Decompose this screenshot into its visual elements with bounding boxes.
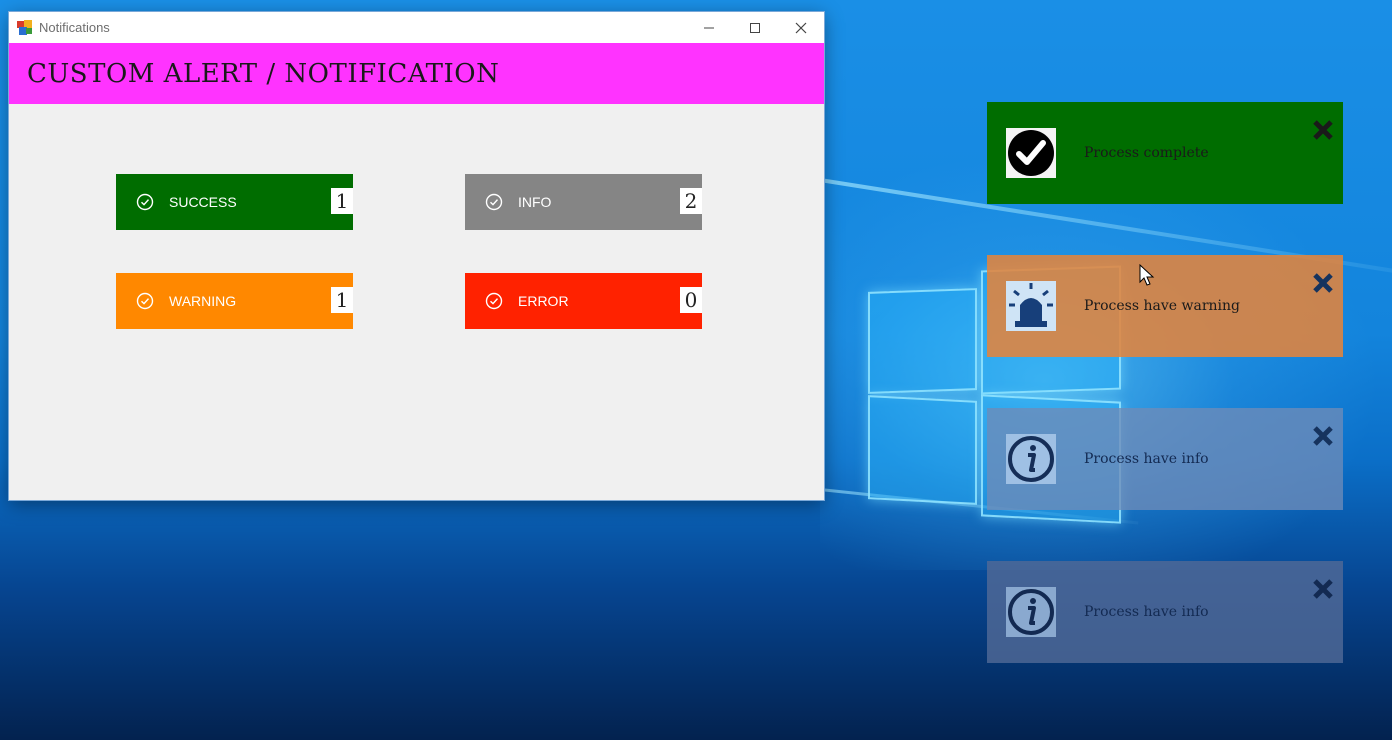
- close-icon: [1313, 273, 1333, 293]
- close-icon: [795, 22, 807, 33]
- warning-label: WARNING: [169, 293, 237, 309]
- window-title: Notifications: [39, 20, 110, 35]
- maximize-icon: [750, 22, 760, 33]
- close-icon: [1313, 120, 1333, 140]
- toast-close-button[interactable]: [1309, 116, 1337, 144]
- windows-logo-pane: [868, 395, 977, 505]
- success-label: SUCCESS: [169, 194, 237, 210]
- check-circle-icon: [136, 292, 154, 310]
- info-count: 2: [680, 188, 702, 214]
- check-circle-icon: [136, 193, 154, 211]
- toast-success[interactable]: Process complete: [987, 102, 1343, 204]
- info-label: INFO: [518, 194, 552, 210]
- checkmark-icon: [1005, 127, 1057, 179]
- success-button[interactable]: SUCCESS 1: [116, 174, 353, 230]
- close-icon: [1313, 426, 1333, 446]
- maximize-button[interactable]: [732, 12, 778, 43]
- info-button[interactable]: INFO 2: [465, 174, 702, 230]
- toast-message: Process have warning: [1084, 298, 1240, 314]
- notifications-window: Notifications CUSTOM ALERT / NOTIFICATIO…: [9, 12, 824, 500]
- toast-message: Process have info: [1084, 604, 1209, 620]
- check-circle-icon: [485, 292, 503, 310]
- error-count: 0: [680, 287, 702, 313]
- minimize-icon: [704, 27, 714, 28]
- toast-info[interactable]: Process have info: [987, 408, 1343, 510]
- minimize-button[interactable]: [686, 12, 732, 43]
- error-label: ERROR: [518, 293, 569, 309]
- info-icon: [1005, 433, 1057, 485]
- siren-icon: [1005, 280, 1057, 332]
- page-title: CUSTOM ALERT / NOTIFICATION: [27, 58, 500, 89]
- toast-warning[interactable]: Process have warning: [987, 255, 1343, 357]
- error-button[interactable]: ERROR 0: [465, 273, 702, 329]
- toast-info[interactable]: Process have info: [987, 561, 1343, 663]
- close-icon: [1313, 579, 1333, 599]
- title-bar[interactable]: Notifications: [9, 12, 824, 43]
- warning-count: 1: [331, 287, 353, 313]
- toast-close-button[interactable]: [1309, 269, 1337, 297]
- app-icon: [17, 19, 33, 36]
- toast-message: Process have info: [1084, 451, 1209, 467]
- close-button[interactable]: [778, 12, 824, 43]
- mouse-cursor-icon: [1139, 263, 1155, 293]
- header-banner: CUSTOM ALERT / NOTIFICATION: [9, 43, 824, 104]
- toast-close-button[interactable]: [1309, 575, 1337, 603]
- warning-button[interactable]: WARNING 1: [116, 273, 353, 329]
- toast-close-button[interactable]: [1309, 422, 1337, 450]
- windows-logo-pane: [868, 288, 977, 394]
- toast-message: Process complete: [1084, 145, 1209, 161]
- info-icon: [1005, 586, 1057, 638]
- check-circle-icon: [485, 193, 503, 211]
- success-count: 1: [331, 188, 353, 214]
